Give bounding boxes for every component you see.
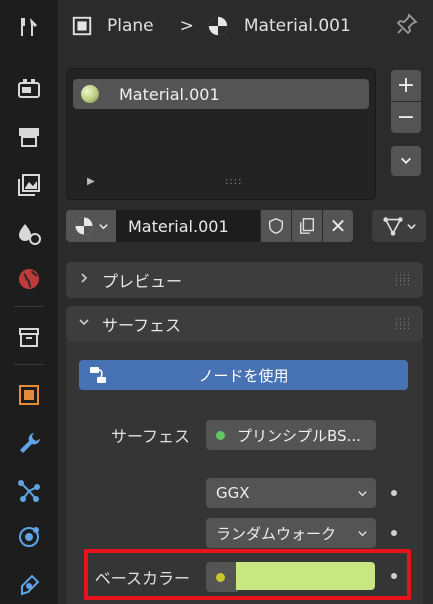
tab-view-layer[interactable] (10, 166, 48, 204)
tab-render[interactable] (10, 70, 48, 108)
browse-material-button[interactable] (66, 210, 116, 242)
constraint-icon (21, 574, 40, 596)
printer-icon (19, 128, 39, 147)
remove-slot-button[interactable]: − (391, 102, 421, 133)
panel-title: サーフェス (102, 316, 182, 335)
material-slot-list: Material.001 ▶ :::: (66, 68, 376, 200)
keyframe-dot-icon[interactable] (391, 490, 397, 496)
tab-object[interactable] (10, 376, 48, 414)
add-slot-button[interactable]: + (391, 70, 421, 101)
tab-scene[interactable] (10, 214, 48, 252)
material-icon (75, 217, 92, 235)
drag-handle-icon[interactable]: :::::::: (395, 273, 411, 288)
expand-triangle-icon[interactable]: ▶ (87, 176, 95, 187)
chevron-down-icon (401, 157, 411, 164)
link-mode-dropdown[interactable] (372, 210, 426, 242)
chevron-down-icon (358, 490, 367, 496)
chevron-down-icon (78, 316, 96, 332)
particles-icon (18, 480, 40, 502)
pin-icon[interactable] (395, 12, 419, 36)
breadcrumb-material-name[interactable]: Material.001 (244, 16, 351, 36)
tab-output[interactable] (10, 118, 48, 156)
panel-title: プレビュー (102, 272, 183, 291)
surface-shader-value: プリンシプルBS... (237, 426, 361, 445)
tab-divider (14, 364, 44, 365)
unlink-material-button[interactable]: ✕ (323, 210, 353, 242)
material-preview-icon (81, 85, 99, 103)
properties-editor: Plane > Material.001 Material.001 ▶ ::::… (58, 0, 433, 604)
tab-collection[interactable] (10, 318, 48, 356)
surface-shader-selector[interactable]: プリンシプルBS... (206, 420, 376, 450)
material-icon (206, 14, 230, 38)
material-slot-label: Material.001 (119, 84, 220, 104)
use-nodes-button[interactable]: ノードを使用 (79, 360, 408, 390)
breadcrumb-object-name[interactable]: Plane (107, 16, 154, 36)
chevron-down-icon (406, 223, 416, 229)
scene-icon (19, 224, 41, 245)
shield-icon (268, 218, 284, 234)
tab-physics[interactable] (10, 518, 48, 556)
resize-grip-icon[interactable]: :::: (225, 176, 242, 187)
properties-tab-strip (0, 0, 58, 604)
annotation-highlight-box (84, 549, 411, 600)
render-icon (18, 79, 40, 98)
fake-user-button[interactable] (261, 210, 291, 242)
wrench-icon (20, 433, 40, 453)
distribution-dropdown[interactable]: GGX (206, 478, 376, 508)
list-item[interactable]: Material.001 (73, 79, 369, 109)
duplicate-icon (299, 218, 315, 234)
tab-modifiers[interactable] (10, 424, 48, 462)
surface-panel-header[interactable]: サーフェス :::::::: (66, 306, 423, 342)
object-icon (70, 14, 94, 38)
tool-icon (21, 18, 37, 36)
physics-orbit-icon (19, 527, 39, 547)
node-tree-icon (90, 367, 106, 383)
subsurface-method-value: ランダムウォーク (216, 524, 337, 543)
mesh-data-icon (382, 217, 403, 236)
tab-divider (14, 306, 44, 307)
chevron-down-icon (358, 530, 367, 536)
breadcrumb-separator: > (179, 16, 194, 36)
distribution-value: GGX (216, 484, 250, 502)
material-name-field[interactable]: Material.001 (116, 210, 260, 242)
tab-constraints[interactable] (10, 566, 48, 604)
drag-handle-icon[interactable]: :::::::: (395, 317, 411, 332)
shader-socket-icon (216, 430, 225, 440)
subsurface-method-dropdown[interactable]: ランダムウォーク (206, 518, 376, 548)
tab-world[interactable] (10, 260, 48, 298)
slot-specials-button[interactable] (391, 146, 421, 176)
preview-panel-header[interactable]: プレビュー :::::::: (66, 262, 423, 298)
tab-tool[interactable] (10, 8, 48, 46)
use-nodes-label: ノードを使用 (198, 366, 289, 385)
chevron-right-icon (78, 272, 96, 288)
surface-label: サーフェス (110, 427, 190, 446)
keyframe-dot-icon[interactable] (391, 530, 397, 536)
world-icon (19, 269, 39, 289)
tab-particles[interactable] (10, 472, 48, 510)
breadcrumb: Plane > Material.001 (58, 0, 433, 52)
new-material-button[interactable] (292, 210, 322, 242)
view-layer-icon (18, 174, 40, 196)
collection-box-icon (19, 328, 39, 347)
object-icon (19, 385, 39, 405)
chevron-down-icon (98, 223, 108, 229)
